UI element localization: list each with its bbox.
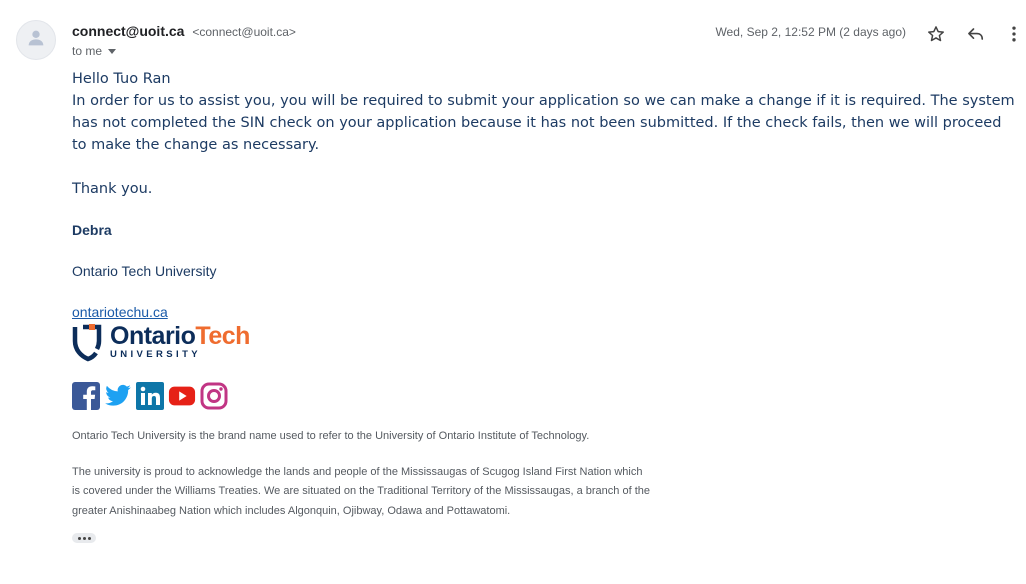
- twitter-icon[interactable]: [104, 382, 132, 410]
- logo-ontario: Ontario: [110, 322, 196, 350]
- linkedin-icon[interactable]: [136, 382, 164, 410]
- person-icon: [25, 27, 47, 54]
- message-body: Hello Tuo Ran In order for us to assist …: [72, 68, 1016, 543]
- to-label: to me: [72, 44, 103, 58]
- thanks-line: Thank you.: [72, 181, 153, 197]
- reply-icon[interactable]: [964, 22, 988, 46]
- logo-university: UNIVERSITY: [110, 349, 202, 360]
- facebook-icon[interactable]: [72, 382, 100, 410]
- greeting: Hello Tuo Ran: [72, 71, 171, 87]
- shield-icon: [72, 324, 102, 362]
- logo-tech: Tech: [195, 322, 250, 350]
- recipient-details[interactable]: to me: [72, 44, 117, 58]
- sender[interactable]: connect@uoit.ca <connect@uoit.ca>: [72, 23, 296, 39]
- social-links: [72, 382, 1016, 410]
- message-header: connect@uoit.ca <connect@uoit.ca> to me …: [72, 22, 1026, 62]
- sender-avatar[interactable]: [16, 20, 56, 60]
- sender-name[interactable]: connect@uoit.ca: [72, 23, 184, 39]
- youtube-icon[interactable]: [168, 382, 196, 410]
- star-icon[interactable]: [924, 22, 948, 46]
- signature-name: Debra: [72, 222, 112, 238]
- instagram-icon[interactable]: [200, 382, 228, 410]
- website-link[interactable]: ontariotechu.ca: [72, 304, 168, 320]
- show-trimmed-content-button[interactable]: [72, 533, 96, 543]
- message-paragraph: In order for us to assist you, you will …: [72, 93, 1015, 153]
- message-date: Wed, Sep 2, 12:52 PM (2 days ago): [715, 25, 906, 39]
- ontario-tech-logo[interactable]: OntarioTech UNIVERSITY: [72, 324, 1016, 362]
- chevron-down-icon[interactable]: [108, 48, 117, 54]
- signature-organization: Ontario Tech University: [72, 263, 217, 279]
- land-acknowledgement: The university is proud to acknowledge t…: [72, 465, 650, 517]
- brand-note: Ontario Tech University is the brand nam…: [72, 430, 590, 442]
- sender-email: <connect@uoit.ca>: [192, 25, 296, 39]
- more-vert-icon[interactable]: [1002, 22, 1026, 46]
